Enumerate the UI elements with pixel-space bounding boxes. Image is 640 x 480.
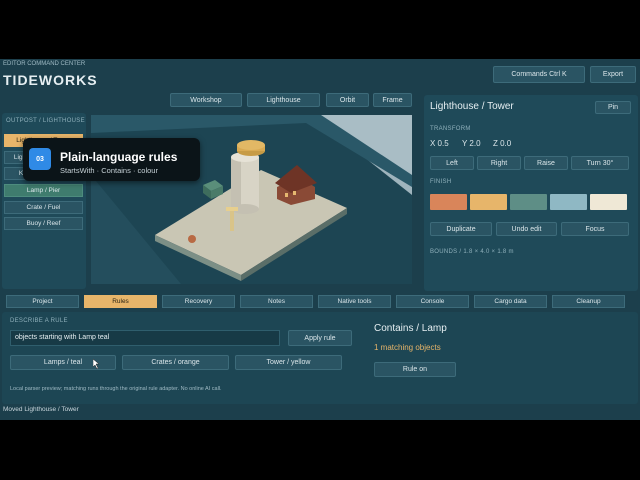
- tab-native-tools[interactable]: Native tools: [318, 295, 391, 308]
- tab-notes[interactable]: Notes: [240, 295, 313, 308]
- swatch-cream[interactable]: [590, 194, 627, 210]
- describe-rule-label: DESCRIBE A RULE: [10, 318, 68, 324]
- mouse-cursor-icon: [93, 359, 100, 369]
- commands-button[interactable]: Commands Ctrl K: [493, 66, 585, 83]
- tooltip-subtitle: StartsWith · Contains · colour: [60, 166, 158, 175]
- rule-input[interactable]: objects starting with Lamp teal: [10, 330, 280, 346]
- feature-tooltip: 03 Plain-language rules StartsWith · Con…: [23, 138, 200, 181]
- inspector-panel: [424, 95, 638, 291]
- frame-button[interactable]: Frame: [373, 93, 412, 107]
- move-right-button[interactable]: Right: [477, 156, 521, 170]
- step-badge: 03: [29, 148, 51, 170]
- inspector-title: Lighthouse / Tower: [430, 101, 514, 112]
- tab-cleanup[interactable]: Cleanup: [552, 295, 625, 308]
- outliner-item-lamp-pier[interactable]: Lamp / Pier: [4, 184, 83, 197]
- undo-edit-button[interactable]: Undo edit: [496, 222, 557, 236]
- parser-note: Local parser preview; matching runs thro…: [10, 386, 222, 392]
- swatch-yellow[interactable]: [470, 194, 507, 210]
- transform-label: TRANSFORM: [430, 126, 471, 132]
- move-left-button[interactable]: Left: [430, 156, 474, 170]
- outliner-heading: OUTPOST / LIGHTHOUSE: [6, 118, 85, 124]
- tab-cargo-data[interactable]: Cargo data: [474, 295, 547, 308]
- rule-on-toggle[interactable]: Rule on: [374, 362, 456, 377]
- preset-tower-yellow[interactable]: Tower / yellow: [235, 355, 342, 370]
- tab-recovery[interactable]: Recovery: [162, 295, 235, 308]
- position-z: Z 0.0: [493, 139, 512, 148]
- workshop-view-button[interactable]: Workshop: [170, 93, 242, 107]
- preset-crates-orange[interactable]: Crates / orange: [122, 355, 229, 370]
- outliner-item-crate-fuel[interactable]: Crate / Fuel: [4, 201, 83, 214]
- tooltip-title: Plain-language rules: [60, 150, 178, 164]
- position-x: X 0.5: [430, 139, 449, 148]
- apply-rule-button[interactable]: Apply rule: [288, 330, 352, 346]
- duplicate-button[interactable]: Duplicate: [430, 222, 492, 236]
- swatch-light-blue[interactable]: [550, 194, 587, 210]
- editor-window: EDITOR COMMAND CENTER TIDEWORKS Commands…: [0, 59, 640, 420]
- focus-button[interactable]: Focus: [561, 222, 629, 236]
- app-subtitle: EDITOR COMMAND CENTER: [3, 61, 86, 67]
- swatch-orange[interactable]: [430, 194, 467, 210]
- position-y: Y 2.0: [462, 139, 481, 148]
- turn-button[interactable]: Turn 30°: [571, 156, 629, 170]
- matching-count: 1 matching objects: [374, 343, 441, 352]
- status-bar: Moved Lighthouse / Tower: [3, 406, 79, 413]
- pin-button[interactable]: Pin: [595, 101, 631, 114]
- lighthouse-view-button[interactable]: Lighthouse: [247, 93, 320, 107]
- reef-buoy: [188, 235, 196, 243]
- preset-lamps-teal[interactable]: Lamps / teal: [10, 355, 116, 370]
- raise-button[interactable]: Raise: [524, 156, 568, 170]
- outliner-item-buoy-reef[interactable]: Buoy / Reef: [4, 217, 83, 230]
- finish-label: FINISH: [430, 179, 452, 185]
- bounds-readout: BOUNDS / 1.8 × 4.0 × 1.8 m: [430, 249, 514, 255]
- rule-result-title: Contains / Lamp: [374, 323, 447, 334]
- tab-console[interactable]: Console: [396, 295, 469, 308]
- orbit-button[interactable]: Orbit: [326, 93, 369, 107]
- tab-project[interactable]: Project: [6, 295, 79, 308]
- app-title: TIDEWORKS: [3, 72, 98, 88]
- export-button[interactable]: Export: [590, 66, 636, 83]
- swatch-teal[interactable]: [510, 194, 547, 210]
- tab-rules[interactable]: Rules: [84, 295, 157, 308]
- pier-lamp: [230, 209, 234, 231]
